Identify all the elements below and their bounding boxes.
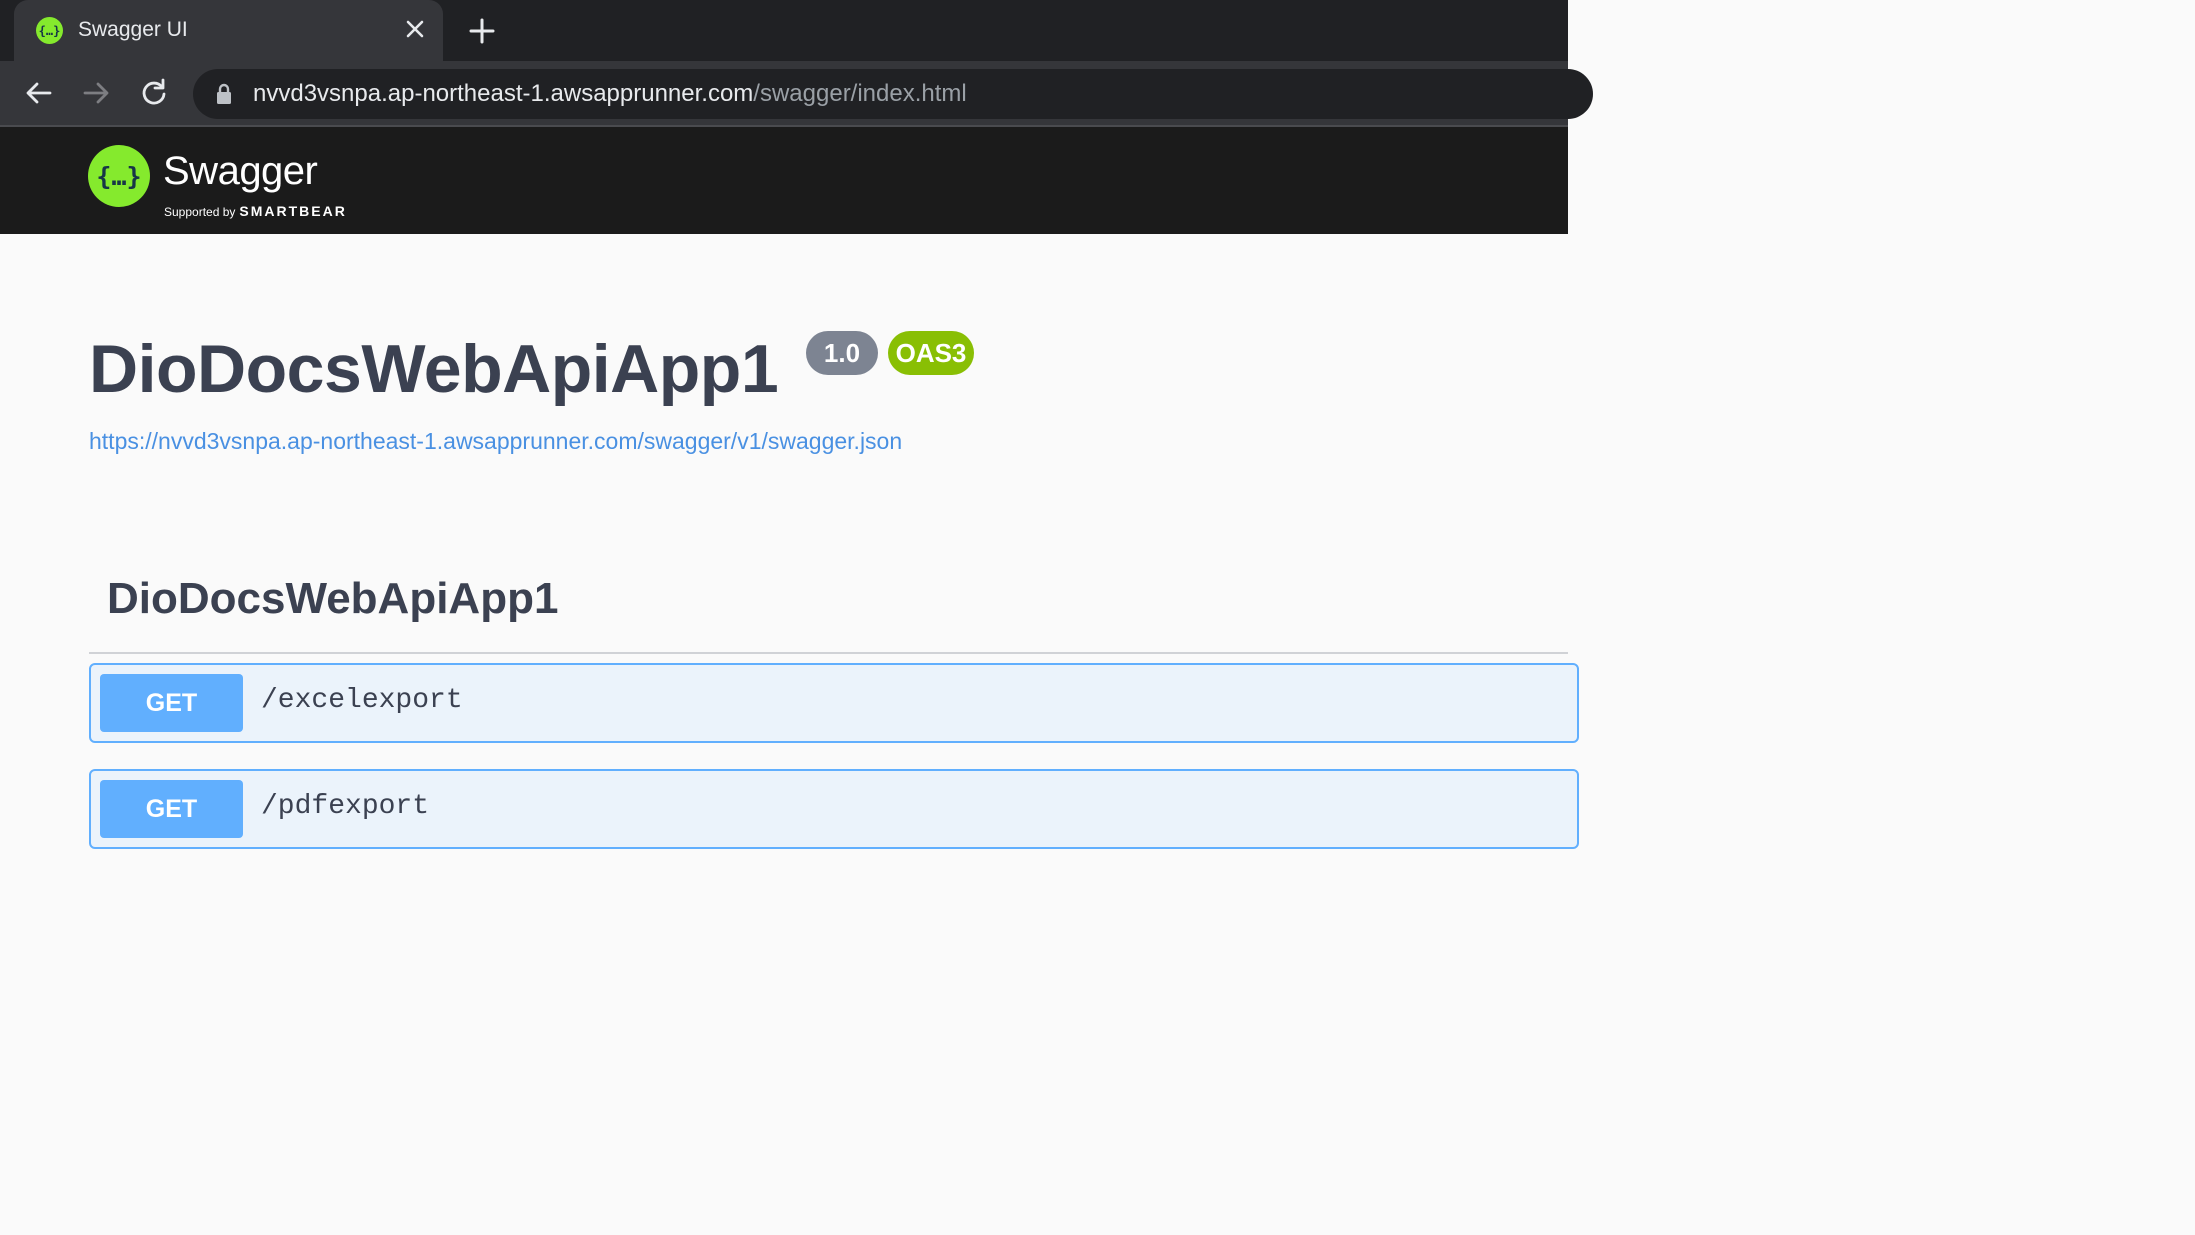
operation-path: /pdfexport (261, 791, 430, 822)
supported-by-label: Supported by (164, 205, 236, 219)
swagger-topbar: {…} Swagger Supported by SMARTBEAR (0, 127, 1568, 234)
browser-tab[interactable]: {…} Swagger UI (14, 0, 443, 61)
new-tab-plus-icon[interactable] (466, 15, 498, 47)
tag-divider (89, 652, 1568, 654)
back-arrow-icon[interactable] (23, 77, 55, 109)
url-path: /swagger/index.html (753, 80, 967, 107)
browser-tab-strip: {…} Swagger UI (0, 0, 1568, 61)
oas-badge: OAS3 (888, 331, 974, 375)
forward-arrow-icon[interactable] (80, 77, 112, 109)
tab-title: Swagger UI (78, 18, 188, 41)
method-badge: GET (100, 780, 243, 838)
address-bar[interactable]: nvvd3vsnpa.ap-northeast-1.awsapprunner.c… (193, 69, 1593, 119)
version-badge: 1.0 (806, 331, 878, 375)
tag-section-title[interactable]: DioDocsWebApiApp1 (107, 574, 558, 624)
close-tab-icon[interactable] (402, 16, 428, 42)
spec-json-link[interactable]: https://nvvd3vsnpa.ap-northeast-1.awsapp… (89, 428, 902, 455)
operation-get-excelexport[interactable]: GET /excelexport (89, 663, 1579, 743)
method-badge: GET (100, 674, 243, 732)
browser-toolbar: nvvd3vsnpa.ap-northeast-1.awsapprunner.c… (0, 61, 1593, 127)
lock-icon[interactable] (215, 83, 233, 105)
svg-text:{…}: {…} (96, 162, 141, 191)
supported-by-text: Supported by SMARTBEAR (164, 203, 347, 219)
reload-icon[interactable] (138, 77, 170, 109)
swagger-brand[interactable]: Swagger (163, 149, 318, 194)
swagger-logo-icon[interactable]: {…} (88, 145, 150, 207)
operation-path: /excelexport (261, 685, 463, 716)
url-host: nvvd3vsnpa.ap-northeast-1.awsapprunner.c… (253, 80, 754, 107)
smartbear-label: SMARTBEAR (239, 203, 347, 219)
api-title: DioDocsWebApiApp1 (89, 331, 779, 407)
svg-text:{…}: {…} (39, 24, 61, 38)
operation-get-pdfexport[interactable]: GET /pdfexport (89, 769, 1579, 849)
swagger-favicon-icon: {…} (36, 17, 63, 44)
url-text[interactable]: nvvd3vsnpa.ap-northeast-1.awsapprunner.c… (253, 80, 967, 108)
